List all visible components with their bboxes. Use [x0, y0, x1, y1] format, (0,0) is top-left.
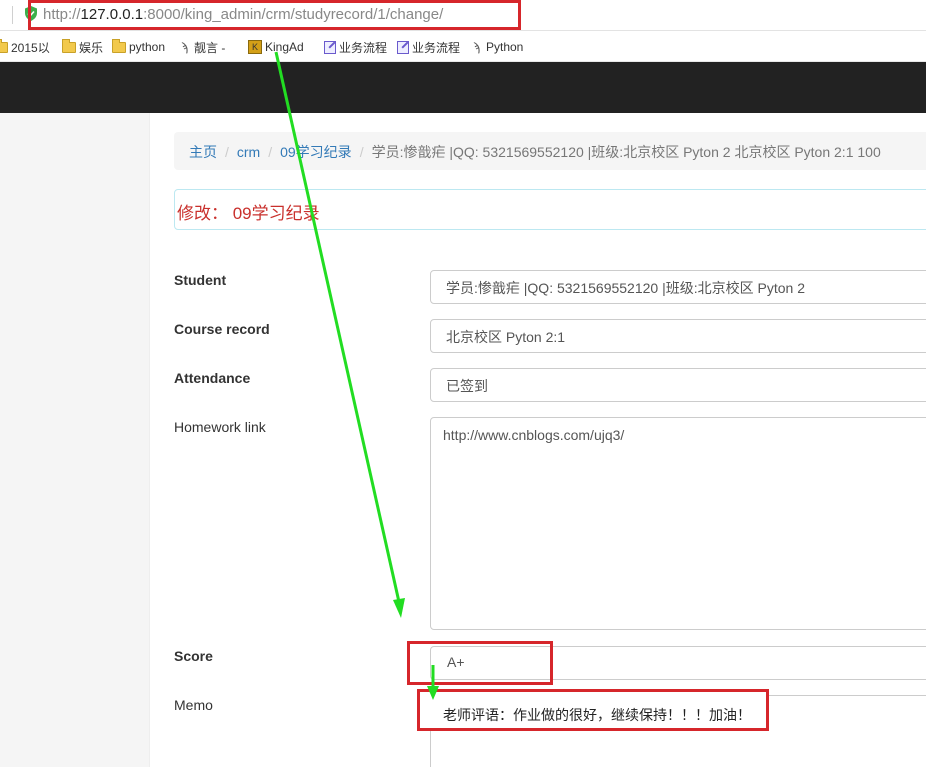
memo-label: Memo: [174, 697, 213, 713]
score-highlight-box: [407, 641, 553, 685]
student-label: Student: [174, 272, 227, 288]
folder-icon: [0, 38, 8, 53]
breadcrumb: 主页 / crm / 09学习纪录 / 学员:惨戠疟 |QQ: 5321569552120 …: [174, 132, 926, 170]
python-icon: ϡ: [473, 39, 480, 54]
breadcrumb-home-link[interactable]: 主页: [189, 144, 217, 160]
score-label: Score: [174, 648, 213, 664]
homework-link-textarea[interactable]: http://www.cnblogs.com/ujq3/: [430, 417, 926, 630]
bookmark-item[interactable]: python: [112, 38, 165, 55]
kingad-icon: K: [248, 40, 262, 54]
attendance-select[interactable]: 已签到: [430, 368, 926, 402]
folder-icon: [112, 38, 126, 53]
breadcrumb-current: 学员:惨戠疟 |QQ: 5321569552120 |班级:北京校区 Pyton…: [371, 144, 881, 160]
bookmark-item[interactable]: K KingAd: [248, 39, 304, 55]
python-icon: ϡ: [181, 39, 188, 54]
homework-link-label: Homework link: [174, 419, 266, 435]
bookmark-item[interactable]: 2015以: [0, 38, 50, 55]
top-navbar: [0, 62, 926, 113]
page-title: 修改： 09学习纪录: [177, 204, 320, 223]
edit-icon: [324, 40, 336, 54]
breadcrumb-separator: /: [268, 144, 273, 160]
bookmarks-bar: 2015以 娱乐 python ϡ 靓言 - K KingAd 业务流程 业务流程 …: [0, 31, 926, 62]
bookmark-item[interactable]: ϡ Python: [470, 39, 523, 55]
breadcrumb-separator: /: [359, 144, 364, 160]
toolbar-divider: [12, 6, 13, 24]
student-select[interactable]: 学员:惨戠疟 |QQ: 5321569552120 |班级:北京校区 Pyton…: [430, 270, 926, 304]
bookmark-item[interactable]: 业务流程: [397, 39, 460, 55]
bookmark-item[interactable]: ϡ 靓言 -: [178, 39, 225, 55]
course-record-select[interactable]: 北京校区 Pyton 2:1: [430, 319, 926, 353]
page-title-panel: 修改： 09学习纪录: [174, 189, 926, 230]
folder-icon: [62, 38, 76, 53]
breadcrumb-app-link[interactable]: crm: [237, 144, 260, 160]
attendance-label: Attendance: [174, 370, 251, 386]
url-highlight-box: [28, 0, 521, 30]
edit-icon: [397, 40, 409, 54]
breadcrumb-separator: /: [225, 144, 229, 160]
course-record-label: Course record: [174, 321, 270, 337]
sidebar: [0, 113, 150, 767]
memo-value: 老师评语：作业做的很好，继续保持！！！加油！: [443, 707, 751, 723]
bookmark-item[interactable]: 业务流程: [324, 39, 387, 55]
breadcrumb-model-link[interactable]: 09学习纪录: [280, 144, 352, 160]
bookmark-item[interactable]: 娱乐: [62, 38, 103, 55]
green-arrow-head: [393, 598, 405, 618]
